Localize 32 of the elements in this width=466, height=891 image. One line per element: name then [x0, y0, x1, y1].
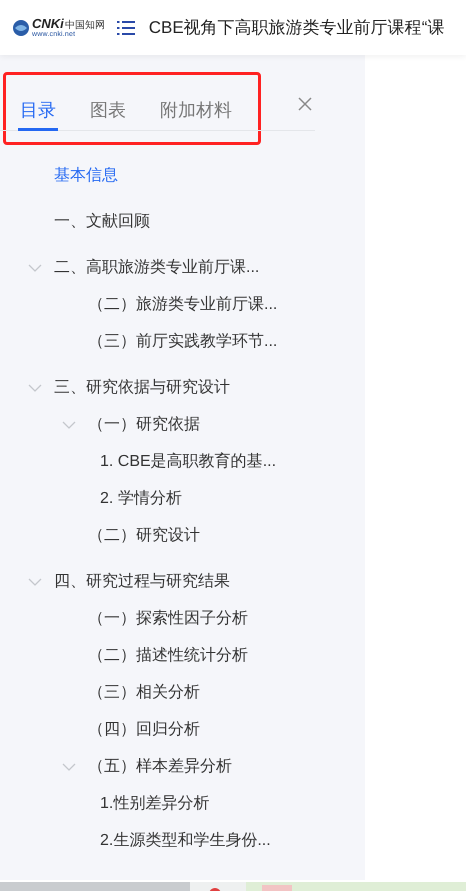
logo-brand: CNKi — [32, 17, 64, 30]
outline-item[interactable]: （二）描述性统计分析 — [88, 645, 248, 666]
chevron-icon[interactable] — [28, 264, 42, 272]
outline-item[interactable]: （一）研究依据 — [88, 414, 200, 435]
outline-item[interactable]: 1. CBE是高职教育的基... — [100, 451, 276, 472]
chevron-icon[interactable] — [28, 384, 42, 392]
outline-item[interactable]: （三）前厅实践教学环节... — [88, 331, 278, 352]
outline-item[interactable]: （二）研究设计 — [88, 525, 200, 546]
outline-item[interactable]: （四）回归分析 — [88, 719, 200, 740]
outline-item[interactable]: 1.性别差异分析 — [100, 793, 210, 814]
panel-tab[interactable]: 图表 — [88, 88, 128, 131]
chevron-icon[interactable] — [62, 420, 76, 428]
outline-item[interactable]: （五）样本差异分析 — [88, 756, 232, 777]
panel-tab[interactable]: 目录 — [18, 88, 58, 131]
outline-item[interactable]: 2. 学情分析 — [100, 488, 182, 509]
outline-item[interactable]: （三）相关分析 — [88, 682, 200, 703]
outline-item[interactable]: 四、研究过程与研究结果 — [54, 571, 230, 592]
outline-item[interactable]: （二）旅游类专业前厅课... — [88, 294, 278, 315]
chevron-icon[interactable] — [62, 762, 76, 770]
menu-icon[interactable] — [116, 20, 135, 36]
logo-name: 中国知网 — [64, 21, 105, 31]
document-title: CBE视角下高职旅游类专业前厅课程“课 — [148, 17, 444, 39]
close-icon[interactable] — [297, 96, 313, 112]
outline-item[interactable]: 二、高职旅游类专业前厅课... — [54, 257, 260, 278]
outline-item[interactable]: 2.生源类型和学生身份... — [100, 830, 271, 851]
panel-tab[interactable]: 附加材料 — [158, 88, 234, 131]
outline-item[interactable]: 一、文献回顾 — [54, 211, 150, 232]
logo-icon — [12, 18, 30, 36]
chevron-icon[interactable] — [28, 578, 42, 586]
outline-item[interactable]: （一）探索性因子分析 — [88, 608, 248, 629]
outline-item[interactable]: 基本信息 — [54, 165, 118, 186]
outline-item[interactable]: 三、研究依据与研究设计 — [54, 377, 230, 398]
